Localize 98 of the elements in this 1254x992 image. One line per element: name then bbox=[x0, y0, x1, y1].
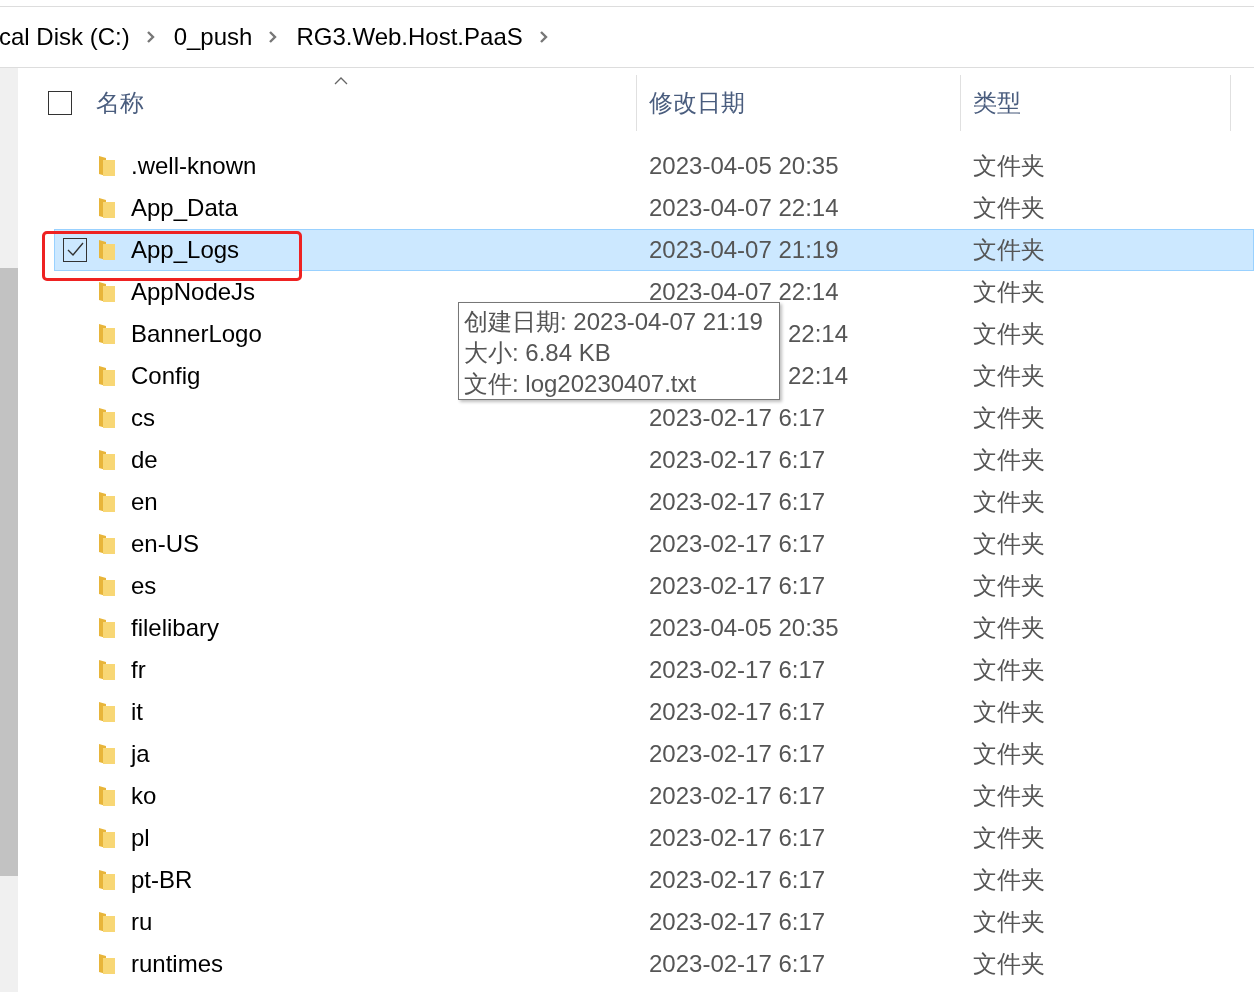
file-type: 文件夹 bbox=[973, 445, 1045, 475]
date-modified: 2023-04-05 20:35 bbox=[649, 152, 839, 179]
date-modified: 22:14 bbox=[788, 362, 849, 389]
file-name: .well-known bbox=[131, 152, 257, 179]
file-name: runtimes bbox=[131, 950, 224, 977]
file-type: 文件夹 bbox=[973, 319, 1045, 349]
date-modified: 2023-04-05 20:35 bbox=[649, 614, 839, 641]
date-modified: 22:14 bbox=[788, 320, 849, 347]
file-type: 文件夹 bbox=[973, 697, 1045, 727]
folder-icon bbox=[97, 364, 117, 388]
folder-icon bbox=[97, 952, 117, 976]
column-header[interactable]: 修改日期 bbox=[636, 75, 960, 131]
date-modified: 2023-04-07 22:14 bbox=[649, 278, 839, 305]
folder-icon bbox=[97, 280, 117, 304]
folder-icon bbox=[97, 616, 117, 640]
sort-caret-icon bbox=[334, 77, 348, 85]
date-modified: 2023-02-17 6:17 bbox=[649, 656, 826, 683]
folder-icon bbox=[97, 574, 117, 598]
tooltip-line: 创建日期: 2023-04-07 21:19 bbox=[464, 307, 763, 337]
date-modified: 2023-02-17 6:17 bbox=[649, 404, 826, 431]
folder-icon bbox=[97, 406, 117, 430]
breadcrumb-item[interactable]: 0_push bbox=[173, 23, 253, 51]
date-modified: 2023-02-17 6:17 bbox=[649, 866, 826, 893]
file-type: 文件夹 bbox=[973, 361, 1045, 391]
tooltip-line: 大小: 6.84 KB bbox=[464, 338, 611, 368]
file-name: en bbox=[131, 488, 158, 515]
date-modified: 2023-02-17 6:17 bbox=[649, 572, 826, 599]
date-modified: 2023-04-07 21:19 bbox=[649, 236, 839, 263]
date-modified: 2023-02-17 6:17 bbox=[649, 782, 826, 809]
file-type: 文件夹 bbox=[973, 277, 1045, 307]
file-name: fr bbox=[131, 656, 146, 683]
file-name: de bbox=[131, 446, 158, 473]
select-all-checkbox[interactable] bbox=[48, 91, 72, 115]
file-type: 文件夹 bbox=[973, 529, 1045, 559]
breadcrumb-item[interactable]: RG3.Web.Host.PaaS bbox=[296, 23, 523, 51]
file-name: ko bbox=[131, 782, 157, 809]
file-type: 文件夹 bbox=[973, 613, 1045, 643]
file-name: es bbox=[131, 572, 157, 599]
file-type: 文件夹 bbox=[973, 865, 1045, 895]
file-type: 文件夹 bbox=[973, 235, 1045, 265]
row-checkbox[interactable] bbox=[63, 238, 87, 262]
date-modified: 2023-02-17 6:17 bbox=[649, 698, 826, 725]
date-modified: 2023-02-17 6:17 bbox=[649, 530, 826, 557]
file-name: App_Data bbox=[131, 194, 238, 221]
folder-icon bbox=[97, 742, 117, 766]
file-type: 文件夹 bbox=[973, 949, 1045, 979]
date-modified: 2023-02-17 6:17 bbox=[649, 824, 826, 851]
file-name: pt-BR bbox=[131, 866, 193, 893]
folder-icon bbox=[97, 826, 117, 850]
scrollbar[interactable] bbox=[0, 68, 18, 992]
scrollbar-thumb[interactable] bbox=[0, 268, 18, 876]
file-name: ja bbox=[131, 740, 150, 767]
file-name: cs bbox=[131, 404, 155, 431]
file-name: pl bbox=[131, 824, 150, 851]
date-modified: 2023-04-07 22:14 bbox=[649, 194, 839, 221]
file-type: 文件夹 bbox=[973, 571, 1045, 601]
chevron-icon[interactable] bbox=[268, 30, 279, 44]
file-type: 文件夹 bbox=[973, 907, 1045, 937]
file-name: BannerLogo bbox=[131, 320, 262, 347]
file-type: 文件夹 bbox=[973, 823, 1045, 853]
date-modified: 2023-02-17 6:17 bbox=[649, 908, 826, 935]
chevron-icon[interactable] bbox=[145, 30, 156, 44]
file-name: ru bbox=[131, 908, 153, 935]
file-type: 文件夹 bbox=[973, 193, 1045, 223]
file-type: 文件夹 bbox=[973, 403, 1045, 433]
file-name: en-US bbox=[131, 530, 200, 557]
selected-row[interactable]: App_Logs 2023-04-07 21:19 文件夹 bbox=[54, 229, 1254, 271]
tooltip-line: 文件: log20230407.txt bbox=[464, 369, 697, 399]
folder-icon bbox=[97, 490, 117, 514]
folder-icon bbox=[97, 784, 117, 808]
date-modified: 2023-02-17 6:17 bbox=[649, 740, 826, 767]
folder-icon bbox=[97, 322, 117, 346]
column-header[interactable]: 名称 bbox=[96, 75, 636, 131]
column-header[interactable]: 类型 bbox=[960, 75, 1230, 131]
folder-icon bbox=[97, 448, 117, 472]
file-type: 文件夹 bbox=[973, 151, 1045, 181]
file-name: filelibary bbox=[131, 614, 220, 641]
file-type: 文件夹 bbox=[973, 781, 1045, 811]
breadcrumb-item[interactable]: cal Disk (C:) bbox=[0, 23, 130, 51]
folder-icon bbox=[97, 238, 117, 262]
file-name: AppNodeJs bbox=[131, 278, 256, 305]
date-modified: 2023-02-17 6:17 bbox=[649, 488, 826, 515]
chevron-icon[interactable] bbox=[538, 30, 549, 44]
file-name: Config bbox=[131, 362, 201, 389]
date-modified: 2023-02-17 6:17 bbox=[649, 950, 826, 977]
file-type: 文件夹 bbox=[973, 739, 1045, 769]
file-name: it bbox=[131, 698, 143, 725]
date-modified: 2023-02-17 6:17 bbox=[649, 446, 826, 473]
file-type: 文件夹 bbox=[973, 487, 1045, 517]
folder-icon bbox=[97, 910, 117, 934]
folder-icon bbox=[97, 154, 117, 178]
folder-icon bbox=[97, 868, 117, 892]
folder-icon bbox=[97, 532, 117, 556]
folder-icon bbox=[97, 700, 117, 724]
file-type: 文件夹 bbox=[973, 655, 1045, 685]
file-name: App_Logs bbox=[131, 236, 240, 263]
folder-icon bbox=[97, 196, 117, 220]
folder-icon bbox=[97, 658, 117, 682]
